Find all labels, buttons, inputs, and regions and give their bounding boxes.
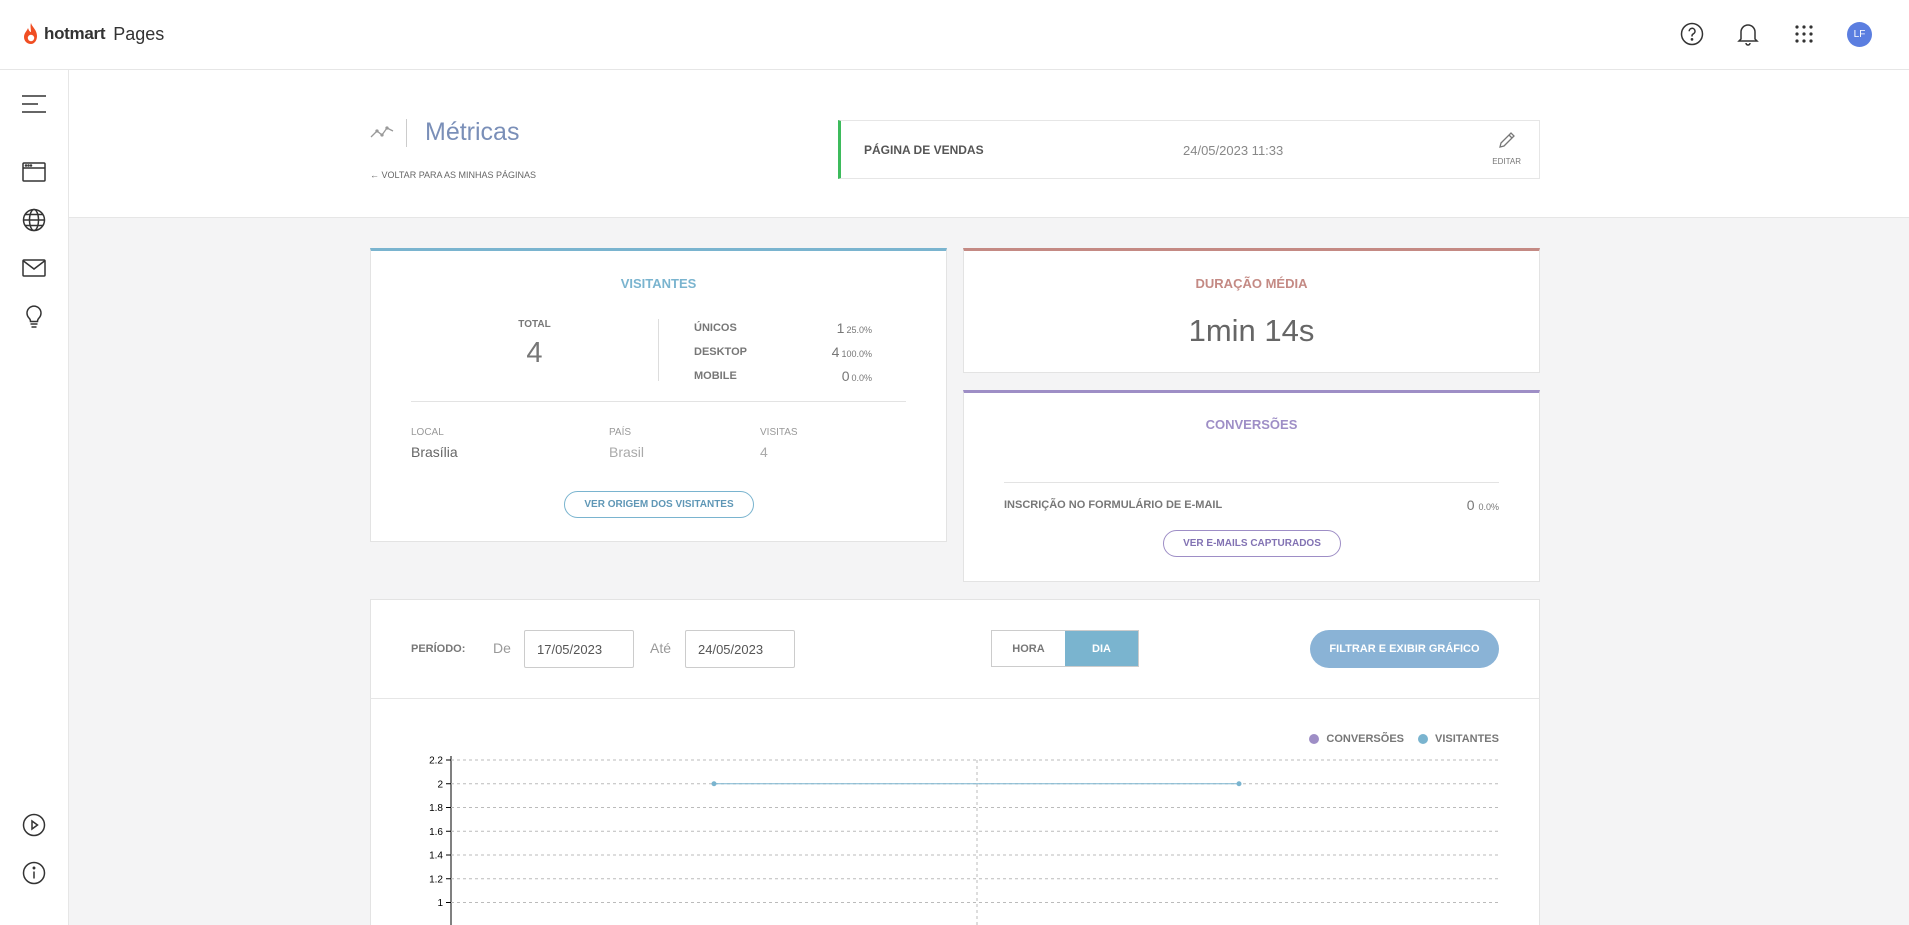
visitors-separator [411,401,906,402]
page-name: PÁGINA DE VENDAS [864,143,984,157]
visitors-divider [658,319,659,381]
location-pais: PAÍS Brasil [609,427,644,460]
menu-toggle-icon[interactable] [19,89,49,119]
pais-label: PAÍS [609,427,632,438]
total-label: TOTAL [518,319,551,330]
line-chart: 2.2 2 1.8 1.6 1.4 1.2 1 [429,756,1499,925]
page-title: Métricas [425,118,520,146]
to-label: Até [650,640,672,656]
brand-name: hotmart [44,24,106,43]
stat-row-mobile: MOBILE 0 0.0% [694,368,872,384]
conversions-separator [1004,482,1499,483]
mail-icon[interactable] [19,253,49,283]
hour-option[interactable]: HORA [992,631,1065,666]
data-point-visitantes [711,781,717,787]
stat-label: DESKTOP [694,346,747,358]
y-tick-label: 1.6 [429,827,443,838]
stat-row-unicos: ÚNICOS 1 25.0% [694,320,872,336]
visitors-card: VISITANTES TOTAL 4 ÚNICOS 1 25.0% DESKTOP… [370,248,947,542]
duration-value: 1min 14s [1188,313,1315,348]
visitors-title: VISITANTES [620,276,697,291]
y-tick-label: 2.2 [429,756,443,767]
data-point-visitantes [1236,781,1242,787]
help-icon[interactable] [1676,16,1707,52]
y-tick-label: 1.4 [429,851,443,862]
page-heading: Métricas [370,118,519,147]
date-to-input[interactable]: 24/05/2023 [685,630,795,668]
sidebar [0,70,69,925]
local-label: LOCAL [411,427,444,438]
chart-panel: CONVERSÕES VISITANTES 2.2 2 1.8 1.6 1.4 1.2 1 [370,699,1540,925]
view-visitor-origin-button[interactable]: VER ORIGEM DOS VISITANTES [564,491,754,518]
page-date: 24/05/2023 11:33 [1183,143,1284,158]
user-avatar[interactable]: LF [1844,16,1875,52]
period-filter-panel: PERÍODO: De 17/05/2023 Até 24/05/2023 HO… [370,599,1540,699]
granularity-toggle: HORA DIA [991,630,1139,667]
day-option[interactable]: DIA [1065,631,1138,666]
visitas-label: VISITAS [760,427,798,438]
pencil-icon [1498,132,1515,148]
notifications-bell-icon[interactable] [1732,16,1763,52]
apps-grid-icon[interactable] [1788,16,1819,52]
stat-value: 1 [836,320,845,336]
page-info-card: PÁGINA DE VENDAS 24/05/2023 11:33 EDITAR [838,120,1540,179]
brand-logo[interactable]: hotmart Pages [22,22,164,46]
edit-label: EDITAR [1492,157,1521,166]
y-tick-label: 1.2 [429,874,443,885]
conversion-row-label: INSCRIÇÃO NO FORMULÁRIO DE E-MAIL [1004,499,1223,511]
duration-card: DURAÇÃO MÉDIA 1min 14s [963,248,1540,373]
visitors-total: TOTAL 4 [371,319,698,370]
stat-percent: 100.0% [841,349,872,359]
conversions-card: CONVERSÕES INSCRIÇÃO NO FORMULÁRIO DE E-… [963,390,1540,582]
back-to-pages-link[interactable]: ← VOLTAR PARA AS MINHAS PÁGINAS [370,170,536,180]
location-local: LOCAL Brasília [411,427,458,460]
stat-label: MOBILE [694,370,737,382]
lightbulb-icon[interactable] [19,301,49,331]
play-video-icon[interactable] [19,810,49,840]
duration-title: DURAÇÃO MÉDIA [1195,276,1308,291]
stat-value: 4 [831,344,840,360]
y-tick-label: 1 [437,898,443,909]
view-captured-emails-button[interactable]: VER E-MAILS CAPTURADOS [1163,530,1341,557]
visitas-value: 4 [760,444,768,460]
total-value: 4 [526,337,543,369]
browser-pages-icon[interactable] [19,157,49,187]
conversion-row-value-wrap: 0 0.0% [1467,497,1499,513]
edit-button[interactable]: EDITAR [1492,130,1521,166]
arrow-left-icon: ← [370,170,379,180]
pais-value: Brasil [609,444,645,460]
stat-percent: 25.0% [846,325,872,335]
stat-percent: 0.0% [851,373,872,383]
period-label: PERÍODO: [411,643,466,655]
stat-row-desktop: DESKTOP 4 100.0% [694,344,872,360]
conversions-title: CONVERSÕES [1205,417,1298,432]
y-tick-label: 1.8 [429,803,443,814]
line-chart-icon [370,125,394,137]
local-value: Brasília [411,444,458,460]
brand-product: Pages [113,23,165,44]
globe-domains-icon[interactable] [19,205,49,235]
filter-show-chart-button[interactable]: FILTRAR E EXIBIR GRÁFICO [1310,630,1499,668]
location-visitas: VISITAS 4 [760,427,798,460]
y-tick-label: 2 [437,779,443,790]
from-label: De [493,640,511,656]
conversion-row-percent: 0.0% [1478,502,1499,512]
hotmart-flame-icon [24,23,37,44]
date-from-input[interactable]: 17/05/2023 [524,630,634,668]
heading-divider [406,118,407,147]
avatar-initials: LF [1847,21,1872,47]
stat-value: 0 [841,368,850,384]
stat-label: ÚNICOS [694,322,737,334]
top-bar: hotmart Pages LF [0,0,1909,70]
conversion-row-value: 0 [1466,497,1475,513]
info-icon[interactable] [19,858,49,888]
back-link-label: VOLTAR PARA AS MINHAS PÁGINAS [381,170,537,180]
